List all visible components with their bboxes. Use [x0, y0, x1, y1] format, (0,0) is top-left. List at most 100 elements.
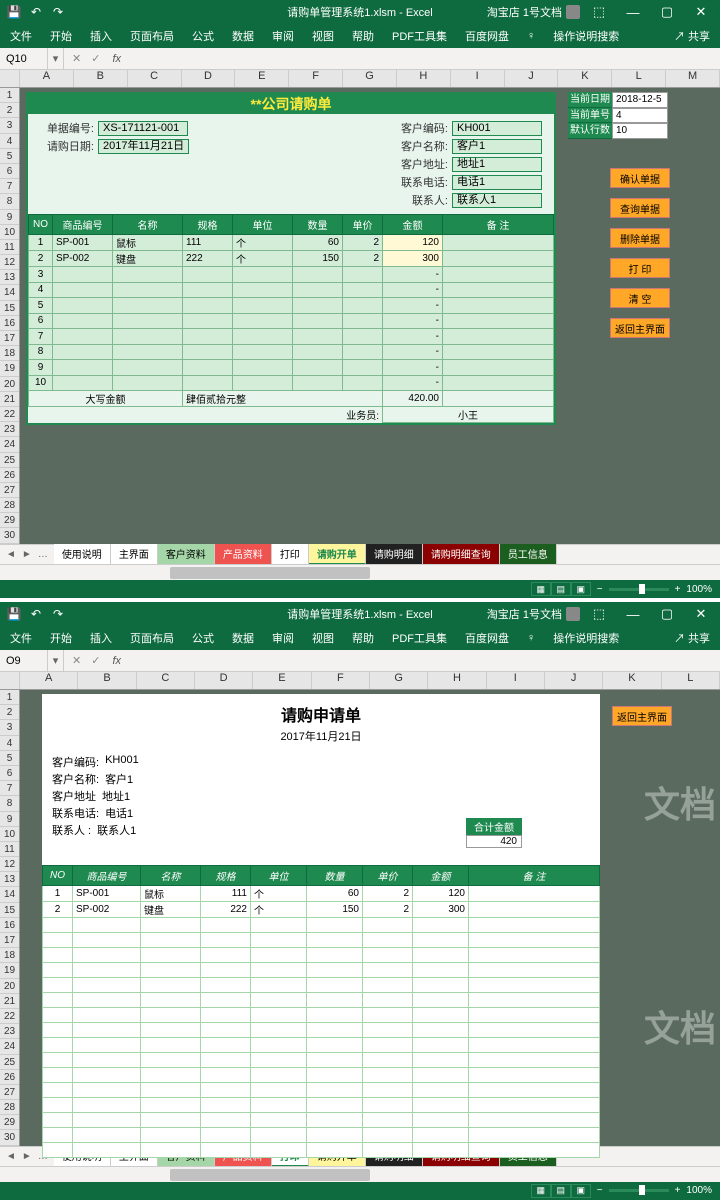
cell[interactable]: [363, 1053, 413, 1068]
cell-no[interactable]: 9: [29, 360, 53, 376]
row-header[interactable]: 10: [0, 827, 19, 842]
cell[interactable]: [233, 344, 293, 360]
cell-price[interactable]: 2: [343, 235, 383, 251]
cell[interactable]: [113, 267, 183, 283]
cust-name-field[interactable]: 客户1: [452, 139, 542, 154]
cell[interactable]: [293, 313, 343, 329]
cell[interactable]: [73, 1143, 141, 1158]
tab-next-icon[interactable]: ►: [22, 549, 32, 560]
row-header[interactable]: 7: [0, 781, 19, 796]
ribbon-tab[interactable]: PDF工具集: [392, 630, 447, 646]
cell[interactable]: [43, 978, 73, 993]
row-header[interactable]: 5: [0, 751, 19, 766]
row-header[interactable]: 27: [0, 1085, 19, 1100]
sheet-tab[interactable]: 产品资料: [215, 544, 272, 565]
namebox-dropdown-icon[interactable]: ▾: [48, 650, 64, 671]
cell[interactable]: [43, 993, 73, 1008]
sheet-tab[interactable]: 请购明细查询: [423, 544, 500, 565]
undo-icon[interactable]: ↶: [26, 3, 46, 21]
cell-name[interactable]: 鼠标: [113, 235, 183, 251]
ribbon-tab[interactable]: 数据: [232, 630, 254, 646]
cell[interactable]: [469, 1113, 600, 1128]
cell[interactable]: [363, 1083, 413, 1098]
cell-no[interactable]: 5: [29, 298, 53, 314]
cell-code[interactable]: SP-001: [53, 235, 113, 251]
col-header[interactable]: A: [20, 70, 74, 87]
cell[interactable]: [413, 948, 469, 963]
cell[interactable]: [363, 1008, 413, 1023]
cell[interactable]: [141, 1143, 201, 1158]
cell[interactable]: [251, 1023, 307, 1038]
avatar-icon[interactable]: [566, 5, 580, 19]
cell[interactable]: [469, 1023, 600, 1038]
row-header[interactable]: 3: [0, 118, 19, 133]
confirm-button[interactable]: 确认单据: [610, 168, 670, 188]
row-header[interactable]: 26: [0, 468, 19, 483]
cell-spec[interactable]: 222: [183, 251, 233, 267]
horizontal-scrollbar[interactable]: [0, 564, 720, 580]
ribbon-tab[interactable]: 插入: [90, 28, 112, 44]
row-header[interactable]: 6: [0, 164, 19, 179]
cell[interactable]: [73, 933, 141, 948]
row-header[interactable]: 22: [0, 1009, 19, 1024]
col-header[interactable]: F: [312, 672, 370, 689]
cell-amt[interactable]: 300: [413, 902, 469, 918]
tell-me-input[interactable]: 操作说明搜索: [553, 630, 619, 646]
zoom-in-icon[interactable]: +: [675, 584, 681, 595]
row-header[interactable]: 21: [0, 994, 19, 1009]
cell[interactable]: [363, 933, 413, 948]
row-header[interactable]: 12: [0, 255, 19, 270]
undo-icon[interactable]: ↶: [26, 605, 46, 623]
cust-code-field[interactable]: KH001: [452, 121, 542, 136]
row-header[interactable]: 1: [0, 88, 19, 103]
cell[interactable]: [73, 993, 141, 1008]
redo-icon[interactable]: ↷: [48, 605, 68, 623]
share-button[interactable]: ↗ 共享: [674, 630, 710, 646]
cell[interactable]: [343, 267, 383, 283]
cell[interactable]: [343, 282, 383, 298]
cell-no[interactable]: 1: [29, 235, 53, 251]
cell[interactable]: [343, 360, 383, 376]
row-header[interactable]: 25: [0, 1055, 19, 1070]
cell[interactable]: [413, 1083, 469, 1098]
cell[interactable]: [363, 963, 413, 978]
ribbon-tab[interactable]: 开始: [50, 630, 72, 646]
row-header[interactable]: 4: [0, 736, 19, 751]
row-header[interactable]: 21: [0, 392, 19, 407]
cell[interactable]: [363, 1143, 413, 1158]
cell[interactable]: [43, 1008, 73, 1023]
cell[interactable]: [413, 933, 469, 948]
cell[interactable]: [251, 993, 307, 1008]
cell[interactable]: [233, 282, 293, 298]
cell[interactable]: [233, 267, 293, 283]
avatar-icon[interactable]: [566, 607, 580, 621]
col-header[interactable]: J: [545, 672, 603, 689]
ribbon-tab[interactable]: PDF工具集: [392, 28, 447, 44]
sheet-tab[interactable]: 打印: [272, 544, 309, 565]
row-header[interactable]: 22: [0, 407, 19, 422]
row-header[interactable]: 18: [0, 948, 19, 963]
cell[interactable]: [307, 1053, 363, 1068]
page-layout-icon[interactable]: ▤: [551, 582, 571, 596]
cell[interactable]: [233, 375, 293, 391]
maximize-icon[interactable]: ▢: [652, 3, 682, 21]
cell[interactable]: [443, 344, 554, 360]
cell-spec[interactable]: 111: [183, 235, 233, 251]
cell[interactable]: [183, 360, 233, 376]
cell-no[interactable]: 2: [29, 251, 53, 267]
cell[interactable]: [251, 1143, 307, 1158]
cell-no[interactable]: 10: [29, 375, 53, 391]
ribbon-tab[interactable]: 页面布局: [130, 28, 174, 44]
row-header[interactable]: 28: [0, 498, 19, 513]
cell[interactable]: [413, 1023, 469, 1038]
ribbon-tab[interactable]: 开始: [50, 28, 72, 44]
cell-code[interactable]: SP-001: [73, 886, 141, 902]
row-header[interactable]: 30: [0, 1130, 19, 1145]
fx-icon[interactable]: fx: [108, 655, 125, 667]
save-icon[interactable]: 💾: [4, 3, 24, 21]
cell-remark[interactable]: [469, 902, 600, 918]
row-header[interactable]: 25: [0, 453, 19, 468]
cell[interactable]: [443, 329, 554, 345]
cell-amt[interactable]: -: [383, 375, 443, 391]
cell[interactable]: [201, 1068, 251, 1083]
